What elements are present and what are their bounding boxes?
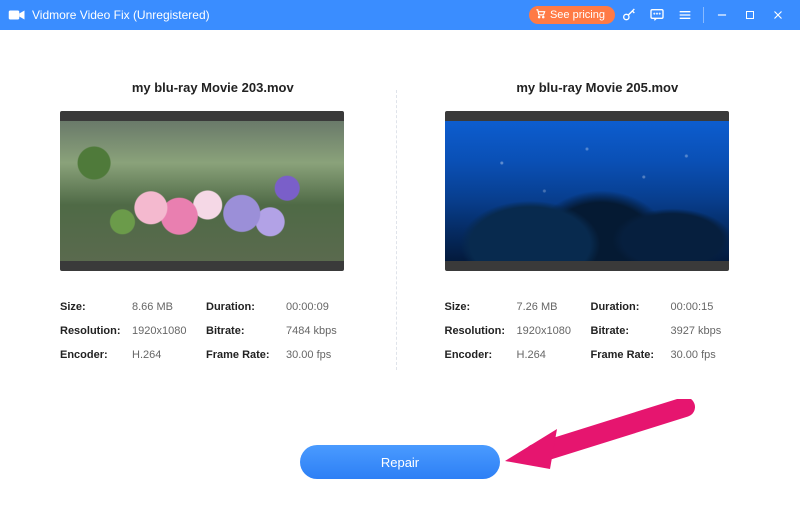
- right-encoder-value: H.264: [517, 349, 591, 361]
- right-bitrate-label: Bitrate:: [591, 325, 671, 337]
- main-content: my blu-ray Movie 203.mov Size: 8.66 MB D…: [0, 30, 800, 509]
- right-bitrate-value: 3927 kbps: [671, 325, 736, 337]
- left-bitrate-value: 7484 kbps: [286, 325, 351, 337]
- titlebar-divider: [703, 7, 704, 23]
- left-resolution-label: Resolution:: [60, 325, 132, 337]
- left-video-thumbnail[interactable]: [60, 111, 344, 271]
- see-pricing-label: See pricing: [550, 9, 605, 21]
- minimize-button[interactable]: [708, 0, 736, 30]
- app-title: Vidmore Video Fix (Unregistered): [32, 8, 210, 22]
- right-video-thumbnail[interactable]: [445, 111, 729, 271]
- right-framerate-value: 30.00 fps: [671, 349, 736, 361]
- left-framerate-value: 30.00 fps: [286, 349, 351, 361]
- titlebar: Vidmore Video Fix (Unregistered) See pri…: [0, 0, 800, 30]
- left-size-label: Size:: [60, 301, 132, 313]
- left-encoder-value: H.264: [132, 349, 206, 361]
- app-logo-icon: [8, 8, 26, 22]
- right-duration-value: 00:00:15: [671, 301, 736, 313]
- menu-icon[interactable]: [671, 0, 699, 30]
- right-encoder-label: Encoder:: [445, 349, 517, 361]
- cart-icon: [535, 8, 546, 22]
- right-metadata: Size: 7.26 MB Duration: 00:00:15 Resolut…: [445, 301, 751, 361]
- right-duration-label: Duration:: [591, 301, 671, 313]
- right-filename: my blu-ray Movie 205.mov: [445, 80, 751, 95]
- left-resolution-value: 1920x1080: [132, 325, 206, 337]
- maximize-button[interactable]: [736, 0, 764, 30]
- right-resolution-label: Resolution:: [445, 325, 517, 337]
- feedback-icon[interactable]: [643, 0, 671, 30]
- left-filename: my blu-ray Movie 203.mov: [60, 80, 366, 95]
- sample-video-pane: my blu-ray Movie 205.mov Size: 7.26 MB D…: [397, 30, 800, 509]
- right-size-label: Size:: [445, 301, 517, 313]
- left-framerate-label: Frame Rate:: [206, 349, 286, 361]
- left-metadata: Size: 8.66 MB Duration: 00:00:09 Resolut…: [60, 301, 366, 361]
- left-bitrate-label: Bitrate:: [206, 325, 286, 337]
- left-duration-value: 00:00:09: [286, 301, 351, 313]
- left-size-value: 8.66 MB: [132, 301, 206, 313]
- right-framerate-label: Frame Rate:: [591, 349, 671, 361]
- right-size-value: 7.26 MB: [517, 301, 591, 313]
- left-encoder-label: Encoder:: [60, 349, 132, 361]
- left-duration-label: Duration:: [206, 301, 286, 313]
- close-button[interactable]: [764, 0, 792, 30]
- see-pricing-button[interactable]: See pricing: [529, 6, 615, 24]
- key-icon[interactable]: [615, 0, 643, 30]
- repair-button[interactable]: Repair: [300, 445, 500, 479]
- corrupted-video-pane: my blu-ray Movie 203.mov Size: 8.66 MB D…: [0, 30, 396, 509]
- right-resolution-value: 1920x1080: [517, 325, 591, 337]
